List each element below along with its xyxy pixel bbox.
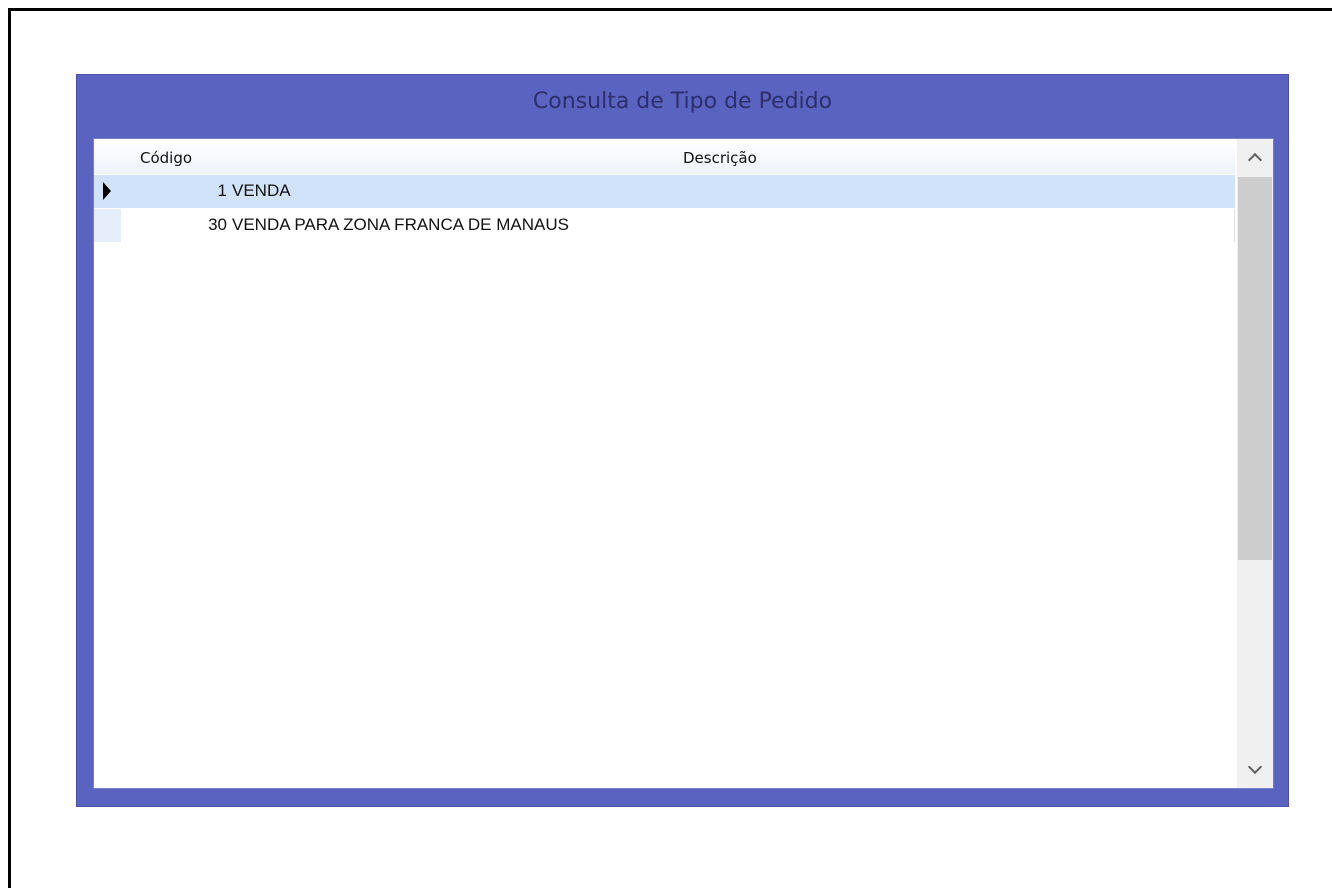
column-divider [1234, 209, 1235, 242]
scroll-thumb[interactable] [1238, 177, 1272, 560]
current-row-arrow-icon [103, 182, 111, 200]
chevron-down-icon [1247, 759, 1263, 775]
consulta-panel: Consulta de Tipo de Pedido Código Descri… [76, 74, 1289, 807]
row-indicator[interactable] [94, 175, 121, 208]
scroll-up-button[interactable] [1237, 139, 1273, 175]
cell-codigo[interactable]: 30 [121, 215, 227, 235]
scroll-down-button[interactable] [1237, 752, 1273, 788]
row-indicator[interactable] [94, 209, 121, 242]
tipo-pedido-grid[interactable]: Código Descrição 1 VENDA 30 VENDA PARA Z… [93, 138, 1274, 789]
cell-descricao[interactable]: VENDA [232, 181, 291, 201]
cell-codigo[interactable]: 1 [121, 181, 227, 201]
panel-title: Consulta de Tipo de Pedido [532, 89, 833, 114]
chevron-up-icon [1247, 152, 1263, 168]
column-header-codigo[interactable]: Código [140, 149, 192, 167]
column-header-descricao[interactable]: Descrição [683, 149, 757, 167]
grid-header: Código Descrição [94, 139, 1235, 174]
table-row[interactable]: 30 VENDA PARA ZONA FRANCA DE MANAUS [94, 209, 1235, 242]
table-row[interactable]: 1 VENDA [94, 175, 1235, 208]
cell-descricao[interactable]: VENDA PARA ZONA FRANCA DE MANAUS [232, 215, 569, 235]
vertical-scrollbar[interactable] [1237, 139, 1273, 788]
